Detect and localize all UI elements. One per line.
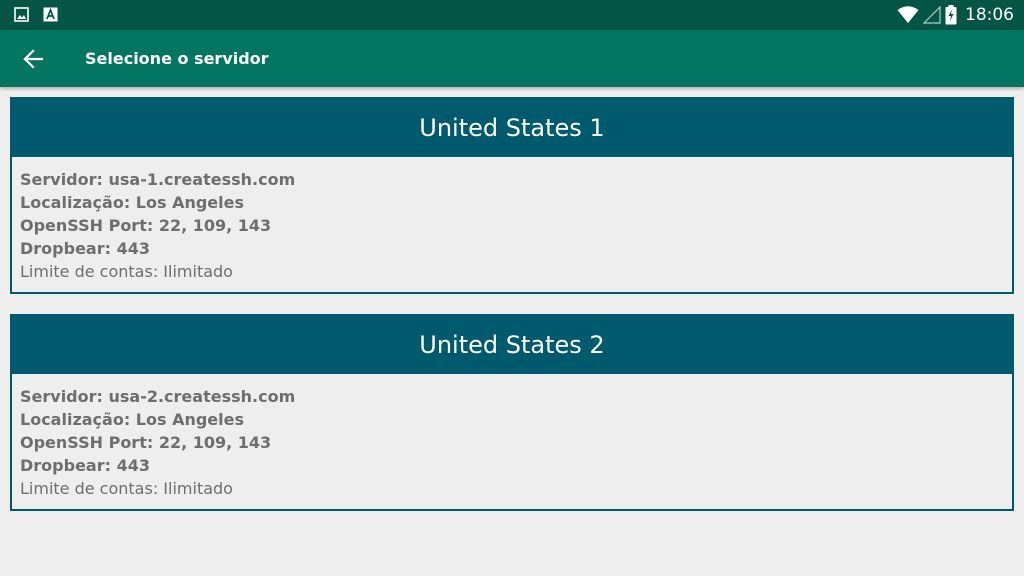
server-openssh-ports-text: OpenSSH Port: 22, 109, 143	[20, 433, 272, 452]
app-notification-icon	[43, 7, 58, 22]
server-location-text: Localização: Los Angeles	[20, 193, 245, 212]
server-dropbear-port-text: Dropbear: 443	[20, 239, 150, 258]
status-bar: 18:06	[0, 0, 1024, 30]
wifi-icon	[897, 6, 919, 24]
server-card-usa-1[interactable]: United States 1 Servidor: usa-1.createss…	[10, 97, 1014, 294]
server-location-text: Localização: Los Angeles	[20, 410, 245, 429]
server-dropbear-port-text: Dropbear: 443	[20, 456, 150, 475]
image-notification-icon	[14, 7, 29, 22]
notification-icons	[14, 7, 58, 22]
arrow-back-icon	[23, 49, 44, 69]
server-host-text: Servidor: usa-1.createssh.com	[20, 170, 296, 189]
system-status: 18:06	[897, 4, 1014, 26]
server-card-title: United States 1	[12, 99, 1012, 157]
battery-charging-icon	[945, 5, 957, 25]
server-card-title: United States 2	[12, 316, 1012, 374]
server-card-details: Servidor: usa-2.createssh.com Localizaçã…	[12, 374, 1012, 509]
back-button[interactable]	[16, 42, 50, 76]
server-list: United States 1 Servidor: usa-1.createss…	[10, 97, 1014, 531]
cell-signal-icon	[922, 5, 941, 24]
server-account-limit-text: Limite de contas: Ilimitado	[20, 262, 233, 281]
app-bar: Selecione o servidor	[0, 30, 1024, 87]
page-title: Selecione o servidor	[85, 49, 269, 68]
server-host-text: Servidor: usa-2.createssh.com	[20, 387, 296, 406]
server-card-usa-2[interactable]: United States 2 Servidor: usa-2.createss…	[10, 314, 1014, 511]
server-card-details: Servidor: usa-1.createssh.com Localizaçã…	[12, 157, 1012, 292]
server-account-limit-text: Limite de contas: Ilimitado	[20, 479, 233, 498]
server-openssh-ports-text: OpenSSH Port: 22, 109, 143	[20, 216, 272, 235]
status-time: 18:06	[965, 5, 1014, 25]
